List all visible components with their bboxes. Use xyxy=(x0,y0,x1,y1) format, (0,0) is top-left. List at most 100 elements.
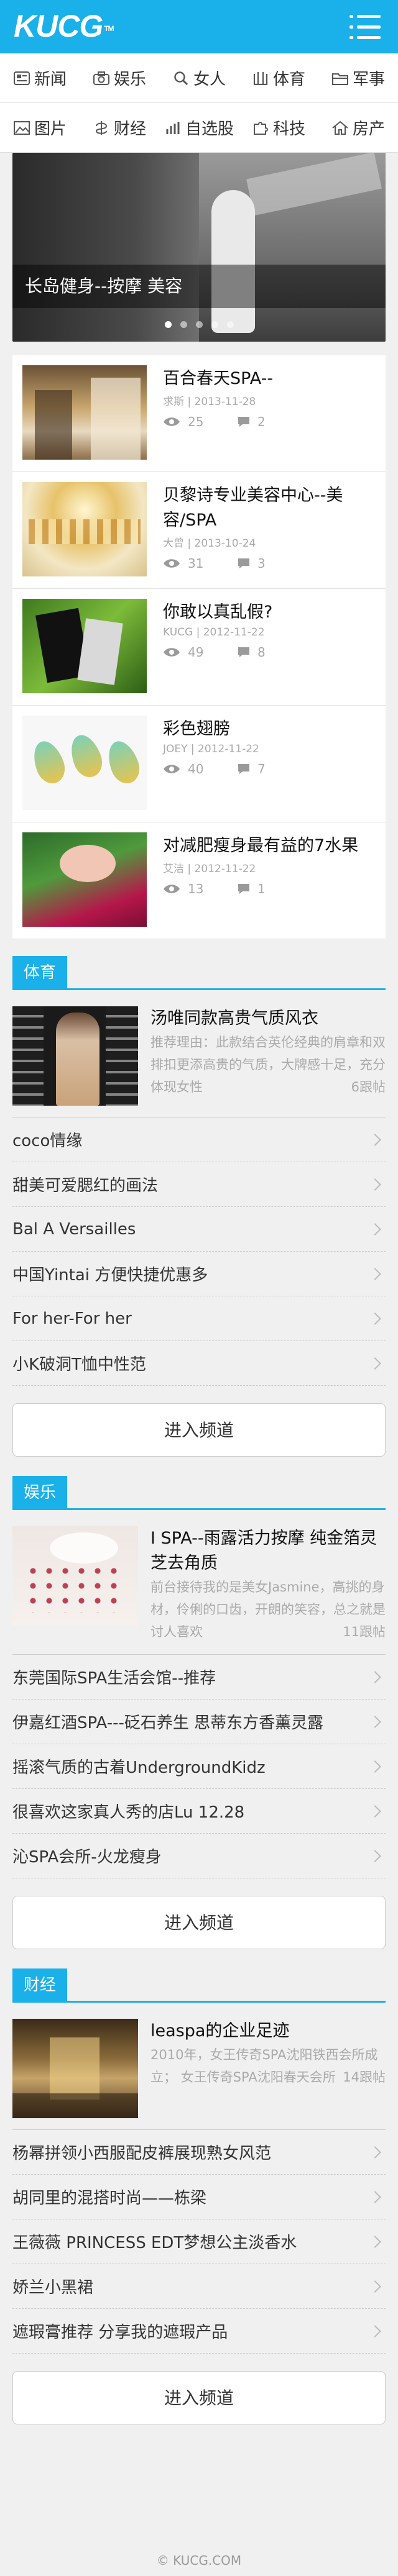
nav-item-finance[interactable]: 财经 xyxy=(80,116,159,139)
enter-channel-button[interactable]: 进入频道 xyxy=(12,1896,386,1949)
chevron-right-icon xyxy=(369,1715,381,1728)
columns-icon xyxy=(252,70,269,87)
list-item-label: Bal A Versailles xyxy=(12,1219,136,1239)
list-item[interactable]: 伊嘉红酒SPA---砭石养生 思蒂东方香薰灵露 xyxy=(12,1700,386,1744)
section-header: 体育 xyxy=(12,956,386,990)
list-item[interactable]: 贝黎诗专业美容中心--美容/SPA 大曾 | 2013-10-24 31 3 xyxy=(12,472,386,589)
list-item[interactable]: 娇兰小黑裙 xyxy=(12,2264,386,2309)
list-item-label: 很喜欢这家真人秀的店Lu 12.28 xyxy=(12,1803,245,1822)
list-item-label: 摇滚气质的古着UndergroundKidz xyxy=(12,1759,266,1777)
slider-dot[interactable] xyxy=(195,321,203,328)
article-text: 对减肥瘦身最有益的7水果 艾洁 | 2012-11-22 13 1 xyxy=(163,832,376,929)
view-count: 25 xyxy=(188,414,204,429)
nav-item-entertainment[interactable]: 娱乐 xyxy=(80,66,159,89)
list-item[interactable]: 中国Yintai 方便快捷优惠多 xyxy=(12,1252,386,1296)
logo-trademark: TM xyxy=(104,24,114,33)
list-item[interactable]: 遮瑕膏推荐 分享我的遮瑕产品 xyxy=(12,2309,386,2354)
chevron-right-icon xyxy=(369,1805,381,1818)
nav-item-tech[interactable]: 科技 xyxy=(239,116,318,139)
chevron-right-icon xyxy=(369,2235,381,2248)
section-tag[interactable]: 娱乐 xyxy=(12,1476,68,1510)
eye-icon xyxy=(163,558,180,569)
nav-item-sports[interactable]: 体育 xyxy=(239,66,318,89)
article-text: 贝黎诗专业美容中心--美容/SPA 大曾 | 2013-10-24 31 3 xyxy=(163,482,376,578)
list-item[interactable]: 杨幂拼领小西服配皮裤展现熟女风范 xyxy=(12,2130,386,2175)
list-item[interactable]: 小K破洞T恤中性范 xyxy=(12,1341,386,1386)
article-text: 百合春天SPA-- 求斯 | 2013-11-28 25 2 xyxy=(163,365,376,462)
hero-slider[interactable]: 长岛健身--按摩 美容 xyxy=(12,153,386,342)
slider-dot[interactable] xyxy=(180,321,187,328)
comment-count: 3 xyxy=(257,556,266,571)
menu-icon[interactable] xyxy=(349,14,382,41)
list-item[interactable]: 百合春天SPA-- 求斯 | 2013-11-28 25 2 xyxy=(12,355,386,472)
slider-dot[interactable] xyxy=(226,321,234,328)
article-meta: KUCG | 2012-11-22 xyxy=(163,626,265,639)
article-title[interactable]: 百合春天SPA-- xyxy=(163,366,376,391)
chevron-right-icon xyxy=(369,1357,381,1370)
slide-image xyxy=(12,153,218,342)
article-title[interactable]: 贝黎诗专业美容中心--美容/SPA xyxy=(163,483,376,533)
list-item[interactable]: 很喜欢这家真人秀的店Lu 12.28 xyxy=(12,1789,386,1834)
nav-row: 图片 财经 自选股 科技 房产 xyxy=(0,103,398,153)
list-item[interactable]: 甜美可爱腮红的画法 xyxy=(12,1162,386,1207)
section-tag[interactable]: 体育 xyxy=(12,956,68,990)
featured-title[interactable]: leaspa的企业足迹 xyxy=(150,2019,386,2044)
enter-channel-button[interactable]: 进入频道 xyxy=(12,1403,386,1457)
list-item[interactable]: 胡同里的混搭时尚——栋梁 xyxy=(12,2175,386,2219)
article-thumbnail xyxy=(22,716,147,810)
featured-article[interactable]: 汤唯同款高贵气质风衣 推荐理由：此款结合英伦经典的肩章和双排扣更添高贵的气质，大… xyxy=(12,990,386,1117)
eye-icon xyxy=(163,416,180,427)
list-item[interactable]: 摇滚气质的古着UndergroundKidz xyxy=(12,1744,386,1789)
list-item[interactable]: 彩色翅膀 JOEY | 2012-11-22 40 7 xyxy=(12,706,386,822)
list-item-label: 杨幂拼领小西服配皮裤展现熟女风范 xyxy=(12,2144,272,2163)
featured-article[interactable]: I SPA--雨露活力按摩 纯金箔灵芝去角质 前台接待我的是美女Jasmine，… xyxy=(12,1510,386,1655)
featured-desc: 前台接待我的是美女Jasmine，高挑的身材，伶俐的口齿，开朗的笑容，总之就是讨… xyxy=(150,1576,386,1643)
article-text: 你敢以真乱假? KUCG | 2012-11-22 49 8 xyxy=(163,599,376,695)
site-logo[interactable]: KUCG TM xyxy=(14,9,114,43)
article-title[interactable]: 对减肥瘦身最有益的7水果 xyxy=(163,834,376,858)
list-item[interactable]: 对减肥瘦身最有益的7水果 艾洁 | 2012-11-22 13 1 xyxy=(12,822,386,939)
slider-dots xyxy=(12,319,386,330)
folder-icon xyxy=(331,70,349,87)
comment-count: 7 xyxy=(257,762,266,776)
list-item-label: 伊嘉红酒SPA---砭石养生 思蒂东方香薰灵露 xyxy=(12,1714,324,1732)
dollar-icon xyxy=(93,119,110,137)
article-meta: JOEY | 2012-11-22 xyxy=(163,743,259,755)
list-item[interactable]: For her-For her xyxy=(12,1296,386,1341)
nav-label: 财经 xyxy=(113,120,146,139)
featured-desc-text: 推荐理由：此款结合英伦经典的肩章和双排扣更添高贵的气质，大牌感十足，充分体现女性 xyxy=(150,1035,386,1095)
nav-item-pictures[interactable]: 图片 xyxy=(0,116,80,139)
article-title[interactable]: 你敢以真乱假? xyxy=(163,600,376,625)
featured-title[interactable]: 汤唯同款高贵气质风衣 xyxy=(150,1006,386,1031)
nav-item-realestate[interactable]: 房产 xyxy=(318,116,398,139)
enter-channel-button[interactable]: 进入频道 xyxy=(12,2371,386,2424)
chevron-right-icon xyxy=(369,1760,381,1773)
section-tag[interactable]: 财经 xyxy=(12,1968,68,2003)
list-item[interactable]: Bal A Versailles xyxy=(12,1207,386,1252)
slider-dot[interactable] xyxy=(211,321,218,328)
list-item[interactable]: 王薇薇 PRINCESS EDT梦想公主淡香水 xyxy=(12,2219,386,2264)
list-item[interactable]: 沁SPA会所-火龙瘦身 xyxy=(12,1834,386,1878)
home-icon xyxy=(331,119,349,137)
nav-item-stocks[interactable]: 自选股 xyxy=(159,116,239,139)
featured-desc: 2010年，女王传奇SPA沈阳铁西会所成立； 女王传奇SPA沈阳春天会所 14跟帖 xyxy=(150,2044,386,2088)
list-item[interactable]: coco情缘 xyxy=(12,1117,386,1162)
list-item[interactable]: 你敢以真乱假? KUCG | 2012-11-22 49 8 xyxy=(12,589,386,706)
slide-caption[interactable]: 长岛健身--按摩 美容 xyxy=(12,265,386,308)
slider-dot[interactable] xyxy=(164,321,172,328)
chevron-right-icon xyxy=(369,1222,381,1236)
featured-title[interactable]: I SPA--雨露活力按摩 纯金箔灵芝去角质 xyxy=(150,1526,386,1576)
nav-item-news[interactable]: 新闻 xyxy=(0,66,80,89)
list-item[interactable]: 东莞国际SPA生活会馆--推荐 xyxy=(12,1655,386,1700)
article-text: 彩色翅膀 JOEY | 2012-11-22 40 7 xyxy=(163,716,376,812)
featured-desc: 推荐理由：此款结合英伦经典的肩章和双排扣更添高贵的气质，大牌感十足，充分体现女性… xyxy=(150,1031,386,1098)
comment-count: 2 xyxy=(257,414,266,429)
article-title[interactable]: 彩色翅膀 xyxy=(163,717,376,742)
eye-icon xyxy=(163,763,180,775)
featured-article[interactable]: leaspa的企业足迹 2010年，女王传奇SPA沈阳铁西会所成立； 女王传奇S… xyxy=(12,2003,386,2130)
list-item-label: coco情缘 xyxy=(12,1132,83,1150)
chevron-right-icon xyxy=(369,2324,381,2337)
nav-item-women[interactable]: 女人 xyxy=(159,66,239,89)
nav-item-military[interactable]: 军事 xyxy=(318,66,398,89)
puzzle-icon xyxy=(252,119,269,137)
